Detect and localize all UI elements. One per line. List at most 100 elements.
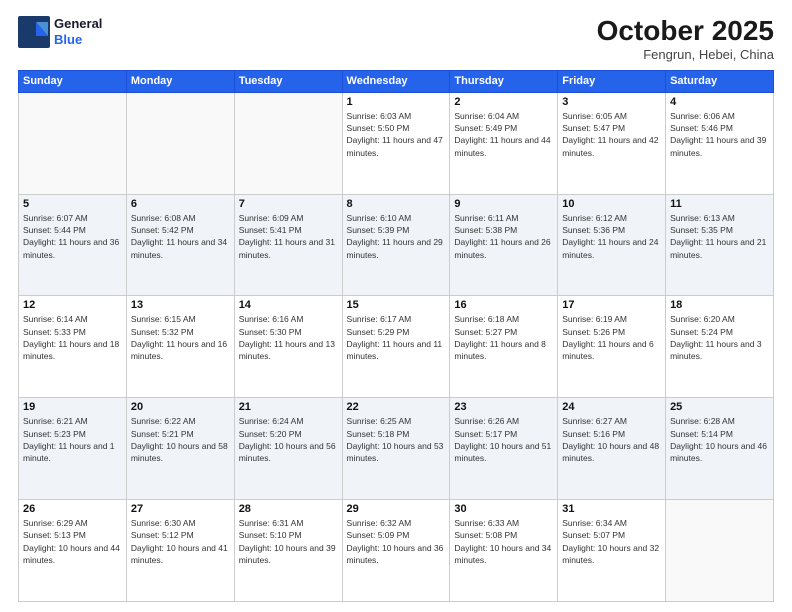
day-number: 11 [670,198,769,210]
day-number: 31 [562,503,661,515]
day-info: Sunrise: 6:17 AMSunset: 5:29 PMDaylight:… [347,313,446,362]
calendar-week-row: 12Sunrise: 6:14 AMSunset: 5:33 PMDayligh… [19,296,774,398]
day-info: Sunrise: 6:08 AMSunset: 5:42 PMDaylight:… [131,212,230,261]
day-info: Sunrise: 6:20 AMSunset: 5:24 PMDaylight:… [670,313,769,362]
day-number: 18 [670,299,769,311]
day-number: 3 [562,96,661,108]
day-number: 27 [131,503,230,515]
day-info: Sunrise: 6:32 AMSunset: 5:09 PMDaylight:… [347,517,446,566]
col-header-friday: Friday [558,70,666,92]
table-row: 20Sunrise: 6:22 AMSunset: 5:21 PMDayligh… [126,398,234,500]
col-header-monday: Monday [126,70,234,92]
table-row: 2Sunrise: 6:04 AMSunset: 5:49 PMDaylight… [450,92,558,194]
day-info: Sunrise: 6:10 AMSunset: 5:39 PMDaylight:… [347,212,446,261]
day-number: 6 [131,198,230,210]
table-row: 29 Sunrise: 6:32 AMSunset: 5:09 PMDayligh… [342,500,450,602]
day-number: 10 [562,198,661,210]
month-title: October 2025 [597,16,774,47]
table-row: 17Sunrise: 6:19 AMSunset: 5:26 PMDayligh… [558,296,666,398]
table-row: 9 Sunrise: 6:11 AMSunset: 5:38 PMDaylight… [450,194,558,296]
table-row: 11 Sunrise: 6:13 AMSunset: 5:35 PMDayligh… [666,194,774,296]
day-info: Sunrise: 6:11 AMSunset: 5:38 PMDaylight:… [454,212,553,261]
table-row: 1Sunrise: 6:03 AMSunset: 5:50 PMDaylight… [342,92,450,194]
day-number: 28 [239,503,338,515]
table-row: 10 Sunrise: 6:12 AMSunset: 5:36 PMDayligh… [558,194,666,296]
day-info: Sunrise: 6:26 AMSunset: 5:17 PMDaylight:… [454,415,553,464]
calendar-week-row: 19Sunrise: 6:21 AMSunset: 5:23 PMDayligh… [19,398,774,500]
day-info: Sunrise: 6:28 AMSunset: 5:14 PMDaylight:… [670,415,769,464]
calendar-week-row: 5 Sunrise: 6:07 AMSunset: 5:44 PMDaylight… [19,194,774,296]
day-info: Sunrise: 6:09 AMSunset: 5:41 PMDaylight:… [239,212,338,261]
table-row: 18 Sunrise: 6:20 AMSunset: 5:24 PMDayligh… [666,296,774,398]
day-number: 30 [454,503,553,515]
table-row: 30 Sunrise: 6:33 AMSunset: 5:08 PMDayligh… [450,500,558,602]
day-info: Sunrise: 6:24 AMSunset: 5:20 PMDaylight:… [239,415,338,464]
day-number: 25 [670,401,769,413]
day-info: Sunrise: 6:18 AMSunset: 5:27 PMDaylight:… [454,313,553,362]
table-row: 6 Sunrise: 6:08 AMSunset: 5:42 PMDaylight… [126,194,234,296]
day-number: 9 [454,198,553,210]
logo-blue: Blue [54,32,102,48]
table-row: 31 Sunrise: 6:34 AMSunset: 5:07 PMDayligh… [558,500,666,602]
day-info: Sunrise: 6:13 AMSunset: 5:35 PMDaylight:… [670,212,769,261]
page-header: General Blue October 2025 Fengrun, Hebei… [18,16,774,62]
calendar-week-row: 1Sunrise: 6:03 AMSunset: 5:50 PMDaylight… [19,92,774,194]
table-row: 22 Sunrise: 6:25 AMSunset: 5:18 PMDayligh… [342,398,450,500]
table-row: 12Sunrise: 6:14 AMSunset: 5:33 PMDayligh… [19,296,127,398]
day-info: Sunrise: 6:27 AMSunset: 5:16 PMDaylight:… [562,415,661,464]
calendar-page: General Blue October 2025 Fengrun, Hebei… [0,0,792,612]
table-row: 7 Sunrise: 6:09 AMSunset: 5:41 PMDaylight… [234,194,342,296]
table-row: 16 Sunrise: 6:18 AMSunset: 5:27 PMDayligh… [450,296,558,398]
logo-icon [18,16,50,48]
day-info: Sunrise: 6:14 AMSunset: 5:33 PMDaylight:… [23,313,122,362]
day-number: 19 [23,401,122,413]
table-row: 4 Sunrise: 6:06 AMSunset: 5:46 PMDaylight… [666,92,774,194]
day-info: Sunrise: 6:22 AMSunset: 5:21 PMDaylight:… [131,415,230,464]
day-info: Sunrise: 6:33 AMSunset: 5:08 PMDaylight:… [454,517,553,566]
day-info: Sunrise: 6:07 AMSunset: 5:44 PMDaylight:… [23,212,122,261]
day-number: 4 [670,96,769,108]
day-info: Sunrise: 6:12 AMSunset: 5:36 PMDaylight:… [562,212,661,261]
day-info: Sunrise: 6:16 AMSunset: 5:30 PMDaylight:… [239,313,338,362]
table-row: 21 Sunrise: 6:24 AMSunset: 5:20 PMDayligh… [234,398,342,500]
day-number: 23 [454,401,553,413]
day-number: 7 [239,198,338,210]
table-row: 24Sunrise: 6:27 AMSunset: 5:16 PMDayligh… [558,398,666,500]
location-subtitle: Fengrun, Hebei, China [597,47,774,62]
table-row [666,500,774,602]
calendar-header-row: SundayMondayTuesdayWednesdayThursdayFrid… [19,70,774,92]
col-header-saturday: Saturday [666,70,774,92]
day-info: Sunrise: 6:15 AMSunset: 5:32 PMDaylight:… [131,313,230,362]
table-row: 8 Sunrise: 6:10 AMSunset: 5:39 PMDaylight… [342,194,450,296]
day-info: Sunrise: 6:05 AMSunset: 5:47 PMDaylight:… [562,110,661,159]
col-header-sunday: Sunday [19,70,127,92]
table-row: 26Sunrise: 6:29 AMSunset: 5:13 PMDayligh… [19,500,127,602]
table-row: 15 Sunrise: 6:17 AMSunset: 5:29 PMDayligh… [342,296,450,398]
table-row: 3 Sunrise: 6:05 AMSunset: 5:47 PMDaylight… [558,92,666,194]
calendar-week-row: 26Sunrise: 6:29 AMSunset: 5:13 PMDayligh… [19,500,774,602]
table-row: 25 Sunrise: 6:28 AMSunset: 5:14 PMDayligh… [666,398,774,500]
day-number: 21 [239,401,338,413]
day-number: 5 [23,198,122,210]
day-info: Sunrise: 6:06 AMSunset: 5:46 PMDaylight:… [670,110,769,159]
logo-general: General [54,16,102,32]
day-number: 17 [562,299,661,311]
day-number: 26 [23,503,122,515]
col-header-thursday: Thursday [450,70,558,92]
day-number: 22 [347,401,446,413]
col-header-tuesday: Tuesday [234,70,342,92]
day-info: Sunrise: 6:25 AMSunset: 5:18 PMDaylight:… [347,415,446,464]
table-row: 19Sunrise: 6:21 AMSunset: 5:23 PMDayligh… [19,398,127,500]
day-number: 29 [347,503,446,515]
day-number: 16 [454,299,553,311]
table-row: 23 Sunrise: 6:26 AMSunset: 5:17 PMDayligh… [450,398,558,500]
table-row: 13Sunrise: 6:15 AMSunset: 5:32 PMDayligh… [126,296,234,398]
col-header-wednesday: Wednesday [342,70,450,92]
day-info: Sunrise: 6:30 AMSunset: 5:12 PMDaylight:… [131,517,230,566]
day-info: Sunrise: 6:31 AMSunset: 5:10 PMDaylight:… [239,517,338,566]
day-number: 15 [347,299,446,311]
table-row: 28 Sunrise: 6:31 AMSunset: 5:10 PMDayligh… [234,500,342,602]
day-number: 8 [347,198,446,210]
day-info: Sunrise: 6:34 AMSunset: 5:07 PMDaylight:… [562,517,661,566]
title-block: October 2025 Fengrun, Hebei, China [597,16,774,62]
